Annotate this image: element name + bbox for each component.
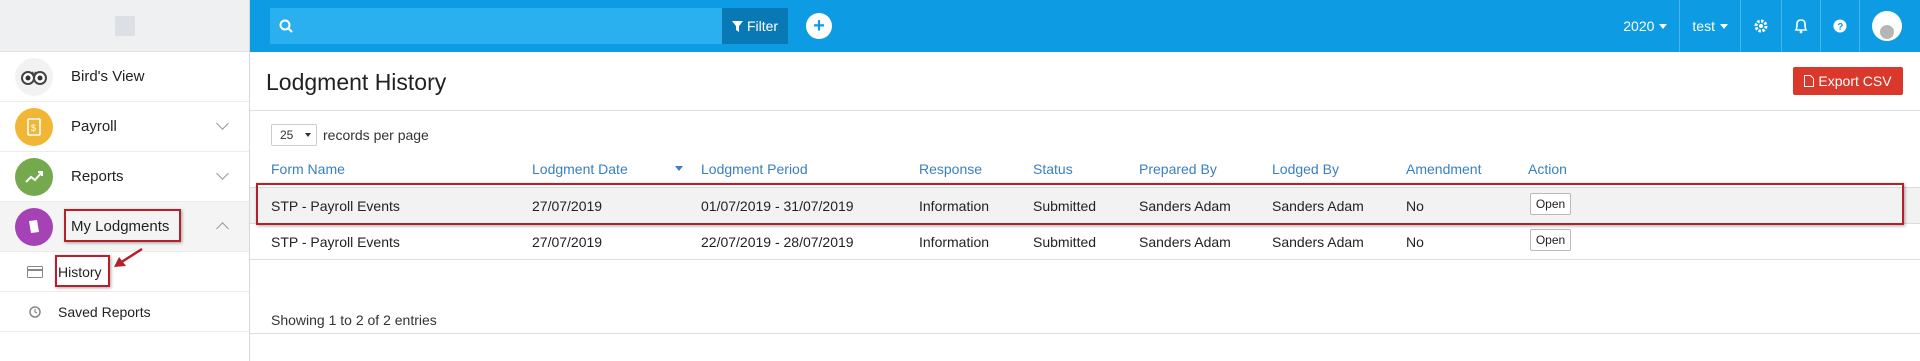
gear-icon xyxy=(1754,19,1768,33)
caret-down-icon xyxy=(1720,23,1728,29)
export-csv-label: Export CSV xyxy=(1818,73,1892,89)
sidebar-item-my-lodgments[interactable]: My Lodgments xyxy=(0,202,249,252)
file-icon xyxy=(1804,75,1815,87)
sort-desc-icon[interactable] xyxy=(675,166,683,171)
top-bar-right: 2020 test ? xyxy=(1611,0,1920,52)
cell-lodged-by: Sanders Adam xyxy=(1272,234,1364,250)
filter-label: Filter xyxy=(746,18,779,34)
settings-button[interactable] xyxy=(1740,0,1781,52)
help-button[interactable]: ? xyxy=(1820,0,1859,52)
cell-lodged-by: Sanders Adam xyxy=(1272,198,1364,214)
bell-icon xyxy=(1794,19,1808,34)
column-header-amendment[interactable]: Amendment xyxy=(1406,161,1481,177)
column-header-response[interactable]: Response xyxy=(919,161,982,177)
main-content: Lodgment History Export CSV 25 records p… xyxy=(250,52,1920,361)
card-icon xyxy=(26,265,44,278)
cell-amendment: No xyxy=(1406,234,1424,250)
logo-icon xyxy=(114,15,135,36)
caret-down-icon xyxy=(1659,23,1668,29)
svg-text:$: $ xyxy=(31,123,36,133)
sidebar-item-birds-view[interactable]: Bird's View xyxy=(0,52,249,102)
column-header-lodgment-date[interactable]: Lodgment Date xyxy=(532,161,628,177)
arrow-icon xyxy=(114,247,143,267)
add-button[interactable]: + xyxy=(806,13,832,39)
cell-form-name: STP - Payroll Events xyxy=(271,198,400,214)
table-row: STP - Payroll Events 27/07/2019 22/07/20… xyxy=(250,224,1920,259)
search-box xyxy=(270,8,742,44)
cell-response: Information xyxy=(919,234,990,250)
sidebar-item-label: Reports xyxy=(71,168,124,185)
owl-icon xyxy=(15,57,53,96)
open-button[interactable]: Open xyxy=(1530,229,1571,251)
sidebar-subitem-label: History xyxy=(58,263,102,280)
column-header-lodged-by[interactable]: Lodged By xyxy=(1272,161,1339,177)
notifications-button[interactable] xyxy=(1781,0,1820,52)
chevron-up-icon xyxy=(216,222,229,235)
cell-prepared-by: Sanders Adam xyxy=(1139,198,1231,214)
chart-icon xyxy=(15,157,53,196)
user-label: test xyxy=(1692,18,1715,34)
sidebar: Bird's View $ Payroll Reports My Lodgmen… xyxy=(0,0,250,361)
sidebar-subitem-label: Saved Reports xyxy=(58,303,151,320)
app-logo xyxy=(0,0,249,52)
cell-lodgment-period: 01/07/2019 - 31/07/2019 xyxy=(701,198,854,214)
caret-down-icon xyxy=(305,133,311,137)
search-input[interactable] xyxy=(302,8,742,44)
sidebar-subitem-saved-reports[interactable]: Saved Reports xyxy=(0,292,249,332)
sidebar-item-label: My Lodgments xyxy=(71,218,170,235)
column-header-prepared-by[interactable]: Prepared By xyxy=(1139,161,1217,177)
sidebar-item-label: Payroll xyxy=(71,118,117,135)
cell-lodgment-date: 27/07/2019 xyxy=(532,234,603,250)
cell-lodgment-date: 27/07/2019 xyxy=(532,198,603,214)
filter-button[interactable]: Filter xyxy=(722,8,788,44)
row-divider xyxy=(250,259,1920,260)
profile-button[interactable] xyxy=(1859,0,1920,52)
table-row: STP - Payroll Events 27/07/2019 01/07/20… xyxy=(250,188,1920,223)
lodgment-table-panel: 25 records per page Form Name Lodgment D… xyxy=(250,110,1920,334)
records-per-page-label: records per page xyxy=(323,127,429,143)
document-icon: $ xyxy=(15,107,53,146)
open-button[interactable]: Open xyxy=(1530,193,1571,215)
page-size-value: 25 xyxy=(280,128,294,142)
page-title: Lodgment History xyxy=(266,69,447,95)
column-header-status[interactable]: Status xyxy=(1033,161,1073,177)
cell-status: Submitted xyxy=(1033,234,1097,250)
help-icon: ? xyxy=(1833,19,1847,33)
year-selector[interactable]: 2020 xyxy=(1611,0,1679,52)
cell-form-name: STP - Payroll Events xyxy=(271,234,400,250)
avatar xyxy=(1872,11,1902,41)
column-header-form-name[interactable]: Form Name xyxy=(271,161,345,177)
export-csv-button[interactable]: Export CSV xyxy=(1793,67,1903,95)
cell-lodgment-period: 22/07/2019 - 28/07/2019 xyxy=(701,234,854,250)
column-header-lodgment-period[interactable]: Lodgment Period xyxy=(701,161,808,177)
cell-response: Information xyxy=(919,198,990,214)
chevron-down-icon xyxy=(216,167,229,180)
search-icon xyxy=(270,19,302,33)
user-menu[interactable]: test xyxy=(1679,0,1740,52)
book-icon xyxy=(15,207,53,246)
year-label: 2020 xyxy=(1623,18,1655,34)
sidebar-item-label: Bird's View xyxy=(71,68,145,85)
svg-text:?: ? xyxy=(1837,22,1843,33)
page-size-select[interactable]: 25 xyxy=(271,124,317,146)
sidebar-item-payroll[interactable]: $ Payroll xyxy=(0,102,249,152)
cell-prepared-by: Sanders Adam xyxy=(1139,234,1231,250)
top-bar: Filter + 2020 test ? xyxy=(250,0,1920,52)
cell-amendment: No xyxy=(1406,198,1424,214)
clock-icon xyxy=(26,305,44,318)
chevron-down-icon xyxy=(216,117,229,130)
records-per-page: 25 records per page xyxy=(271,124,429,146)
cell-status: Submitted xyxy=(1033,198,1097,214)
filter-icon xyxy=(731,20,743,32)
column-header-action: Action xyxy=(1528,161,1567,177)
sidebar-item-reports[interactable]: Reports xyxy=(0,152,249,202)
table-info: Showing 1 to 2 of 2 entries xyxy=(271,312,437,328)
